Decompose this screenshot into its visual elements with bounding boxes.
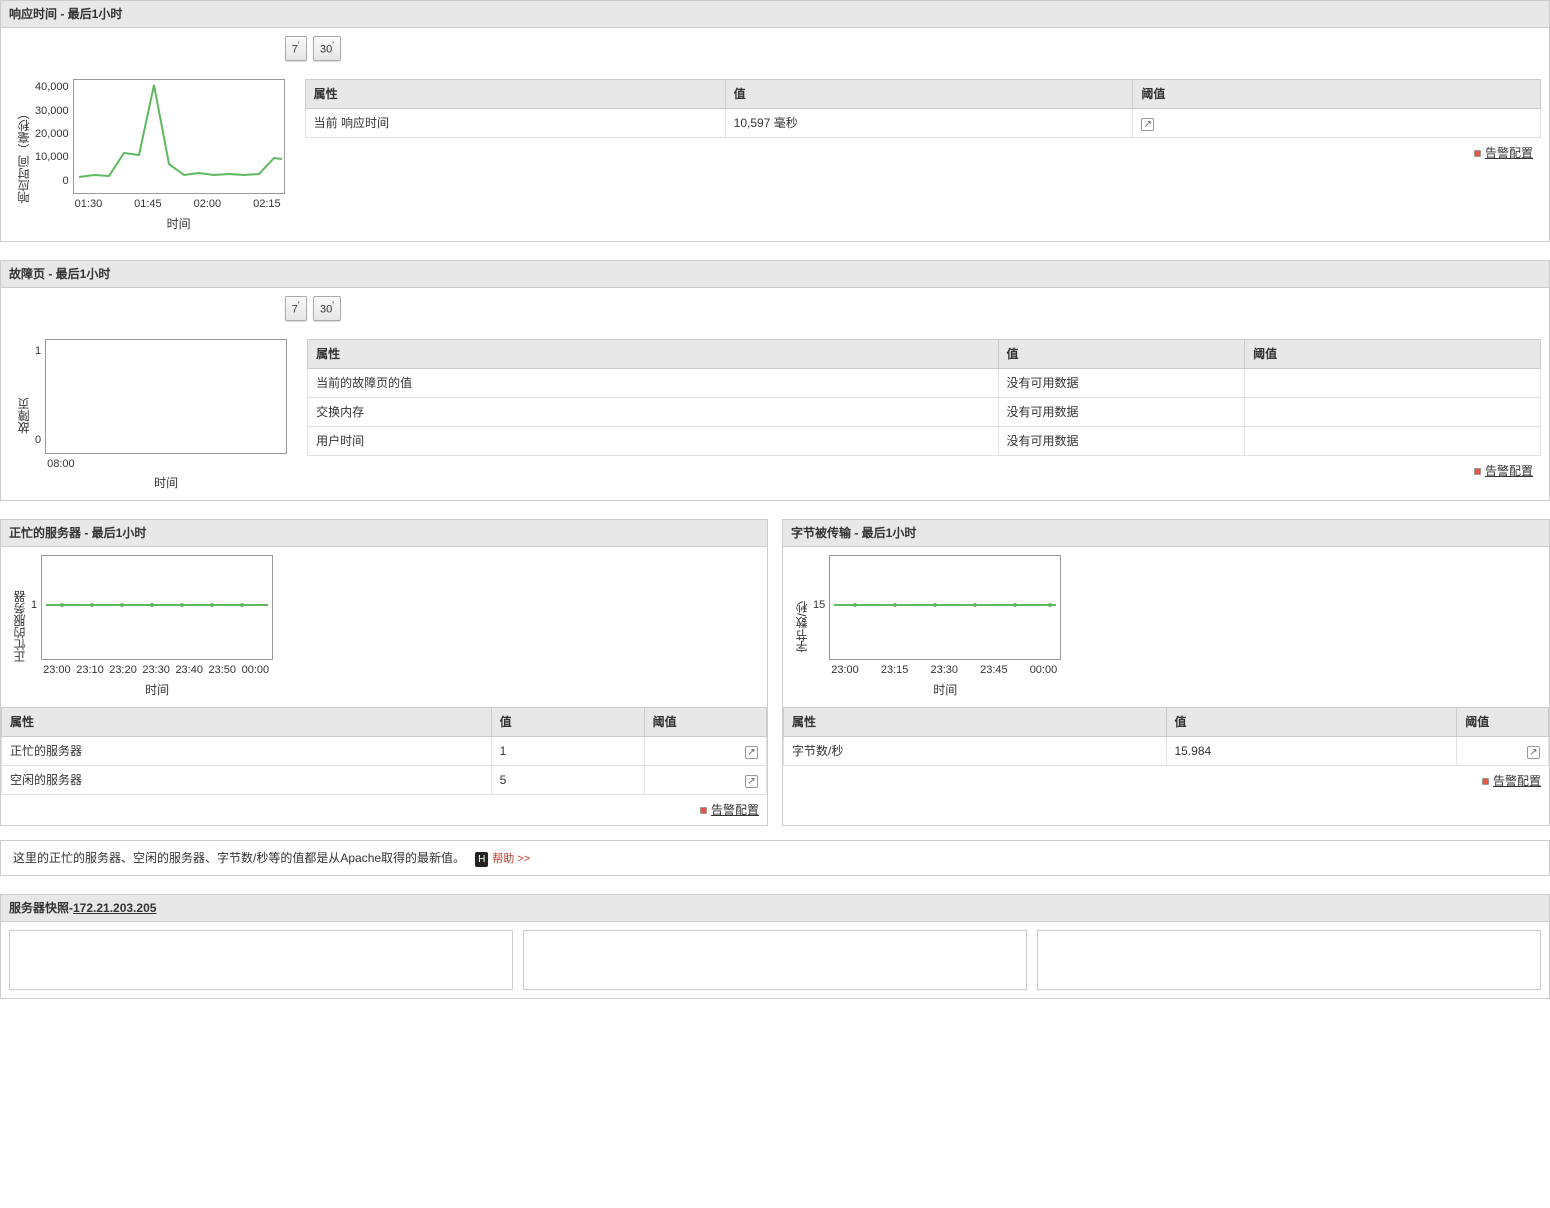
faults-table: 属性 值 阈值 当前的故障页的值没有可用数据 交换内存没有可用数据 用户时间没有… [307,339,1541,456]
period-30-button[interactable]: 30' [313,36,341,61]
panel-title: 响应时间 - 最后1小时 [1,1,1549,28]
snapshot-card [523,930,1027,990]
alarm-config-link[interactable]: 告警配置 [1485,464,1533,478]
alarm-dot-icon [1474,150,1481,157]
alarm-config-link[interactable]: 告警配置 [1485,146,1533,160]
help-link[interactable]: 帮助 >> [492,853,530,865]
alarm-dot-icon [700,807,707,814]
bytes-table: 属性值阈值 字节数/秒15.984↗ [783,707,1549,766]
period-7-button[interactable]: 7' [285,296,307,321]
alarm-dot-icon [1482,778,1489,785]
expand-icon[interactable]: ↗ [1141,118,1154,131]
snapshot-card [1037,930,1541,990]
expand-icon[interactable]: ↗ [745,775,758,788]
period-toggle: 7' 30' [9,32,349,71]
table-row: 交换内存没有可用数据 [308,397,1541,426]
response-time-panel: 响应时间 - 最后1小时 7' 30' 响应时间（毫秒） 40,000 30,0… [0,0,1550,242]
bytes-transferred-panel: 字节被传输 - 最后1小时 字节数/秒 15 23:0023:1523:3023… [783,520,1549,825]
help-hint-bar: 这里的正忙的服务器、空闲的服务器、字节数/秒等的值都是从Apache取得的最新值… [0,840,1550,877]
busy-servers-panel: 正忙的服务器 - 最后1小时 正忙的服务器 1 23:0023:1023:202… [1,520,767,825]
table-row: 空闲的服务器5↗ [2,765,767,794]
period-30-button[interactable]: 30' [313,296,341,321]
table-row: 当前的故障页的值没有可用数据 [308,368,1541,397]
expand-icon[interactable]: ↗ [1527,746,1540,759]
server-ip-link[interactable]: 172.21.203.205 [73,901,156,915]
bytes-line-chart [830,556,1060,654]
table-row: 正忙的服务器1↗ [2,736,767,765]
server-metrics-row: 正忙的服务器 - 最后1小时 正忙的服务器 1 23:0023:1023:202… [0,519,1550,826]
fault-line-chart [46,340,286,448]
panel-title: 故障页 - 最后1小时 [1,261,1549,288]
period-7-button[interactable]: 7' [285,36,307,61]
help-badge-icon: H [475,852,488,867]
alarm-dot-icon [1474,468,1481,475]
alarm-config-link[interactable]: 告警配置 [1493,774,1541,788]
response-line-chart [74,80,284,188]
fault-page-panel: 故障页 - 最后1小时 7' 30' 故障页 1 0 08:00 时间 [0,260,1550,502]
response-table: 属性 值 阈值 当前 响应时间 10,597 毫秒 ↗ [305,79,1541,138]
table-row: 当前 响应时间 10,597 毫秒 ↗ [305,109,1540,138]
response-chart: 响应时间（毫秒） 40,000 30,000 20,000 10,000 0 0… [9,79,285,233]
table-row: 字节数/秒15.984↗ [784,736,1549,765]
busy-line-chart [42,556,272,654]
expand-icon[interactable]: ↗ [745,746,758,759]
busy-table: 属性值阈值 正忙的服务器1↗ 空闲的服务器5↗ [1,707,767,795]
snapshot-card [9,930,513,990]
table-row: 用户时间没有可用数据 [308,426,1541,455]
alarm-config-link[interactable]: 告警配置 [711,803,759,817]
server-snapshot-panel: 服务器快照-172.21.203.205 [0,894,1550,999]
